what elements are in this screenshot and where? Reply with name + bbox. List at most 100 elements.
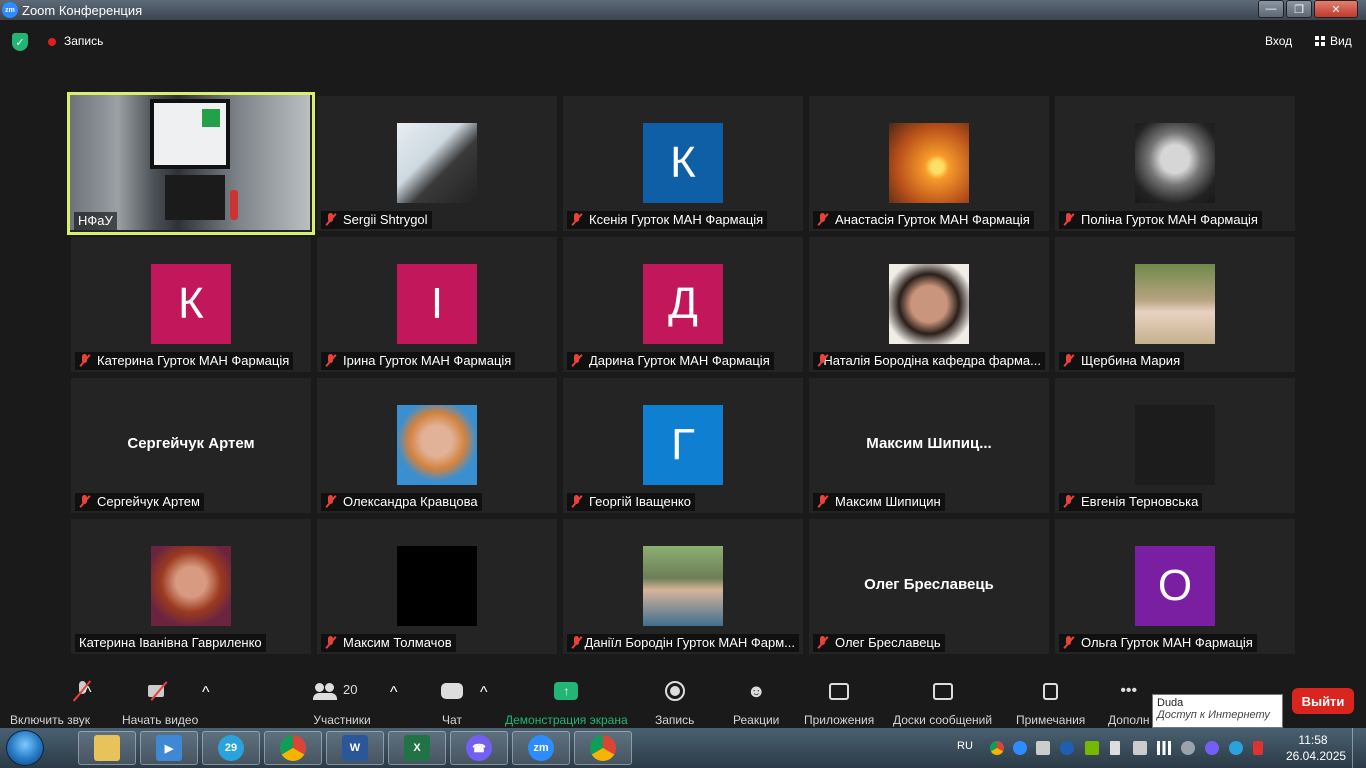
signin-button[interactable]: Вход [1265, 34, 1292, 48]
record-button[interactable]: Запись [655, 680, 694, 727]
security-shield-icon[interactable]: ✓ [12, 33, 28, 51]
participant-tile[interactable]: К Ксенія Гурток МАН Фармація [563, 96, 803, 231]
participant-name-label: Георгій Іващенко [567, 493, 695, 511]
participant-name-label: Олександра Кравцова [321, 493, 482, 511]
zoom-icon: zm [528, 735, 554, 761]
participant-tile[interactable]: Щербина Мария [1055, 237, 1295, 372]
participant-tile[interactable]: Олександра Кравцова [317, 378, 557, 513]
chat-label: Чат [442, 713, 462, 727]
taskbar-telegram[interactable]: 29 [202, 731, 260, 765]
participant-photo [1135, 123, 1215, 203]
microphone-muted-icon [79, 495, 91, 508]
participant-tile[interactable]: І Ірина Гурток МАН Фармація [317, 237, 557, 372]
tray-round-icon[interactable] [1181, 741, 1195, 755]
recording-label[interactable]: Запись [64, 34, 103, 48]
participant-photo [643, 546, 723, 626]
taskbar-clock[interactable]: 11:58 26.04.2025 [1286, 732, 1347, 764]
participant-tile[interactable]: Максим Шипиц... Максим Шипицин [809, 378, 1049, 513]
volume-muted-icon[interactable] [1253, 741, 1263, 755]
start-video-button[interactable]: Начать видео [122, 680, 198, 727]
participant-name-label: Ірина Гурток МАН Фармація [321, 352, 516, 370]
participant-name: Дарина Гурток МАН Фармація [589, 353, 770, 368]
participant-tile[interactable]: Г Георгій Іващенко [563, 378, 803, 513]
participant-tile[interactable]: Максим Толмачов [317, 519, 557, 654]
microphone-muted-icon [571, 495, 583, 508]
tooltip-network-status: Доступ к Интернету [1157, 709, 1270, 721]
chrome-profile-icon [590, 735, 616, 761]
bluetooth-icon[interactable] [1060, 741, 1074, 755]
tray-chrome-icon[interactable] [990, 741, 1004, 755]
start-button[interactable] [6, 730, 44, 766]
participant-tile[interactable]: Sergii Shtrygol [317, 96, 557, 231]
reactions-button[interactable]: ☻ Реакции [733, 680, 779, 728]
apps-button[interactable]: Приложения [804, 680, 874, 727]
network-signal-icon[interactable] [1157, 741, 1171, 755]
participant-tile[interactable]: Поліна Гурток МАН Фармація [1055, 96, 1295, 231]
taskbar-media-player[interactable]: ▶ [140, 731, 198, 765]
participant-tile[interactable]: К Катерина Гурток МАН Фармація [71, 237, 311, 372]
more-button[interactable]: ••• Дополн [1108, 680, 1149, 727]
taskbar-viber[interactable]: ☎ [450, 731, 508, 765]
taskbar-explorer[interactable] [78, 731, 136, 765]
viber-icon: ☎ [466, 735, 492, 761]
participant-tile[interactable]: Катерина Іванівна Гавриленко [71, 519, 311, 654]
zoom-logo-icon: zm [2, 2, 18, 18]
participant-name: Олександра Кравцова [343, 494, 478, 509]
participants-options-chevron-icon[interactable]: ^ [390, 684, 398, 702]
participant-avatar: І [397, 264, 477, 344]
taskbar-zoom[interactable]: zm [512, 731, 570, 765]
taskbar-chrome[interactable] [264, 731, 322, 765]
nvidia-icon[interactable] [1085, 741, 1099, 755]
leave-button[interactable]: Выйти [1292, 688, 1354, 714]
close-button[interactable]: ✕ [1314, 0, 1358, 18]
participant-name: Максим Шипицин [835, 494, 941, 509]
unmute-button[interactable]: Включить звук [10, 680, 90, 727]
taskbar-word[interactable]: W [326, 731, 384, 765]
participant-name: Георгій Іващенко [589, 494, 691, 509]
participant-tile[interactable]: Наталія Бородіна кафедра фарма... [809, 237, 1049, 372]
participant-tile[interactable]: Сергейчук Артем Сергейчук Артем [71, 378, 311, 513]
excel-icon: X [404, 735, 430, 761]
participant-name-label: НФаУ [74, 212, 117, 230]
participant-name-label: Sergii Shtrygol [321, 211, 432, 229]
minimize-button[interactable]: — [1258, 0, 1284, 18]
share-screen-button[interactable]: ↑ Демонстрация экрана [505, 680, 628, 727]
participant-tile[interactable]: Анастасія Гурток МАН Фармація [809, 96, 1049, 231]
participants-button[interactable]: 20 Участники [313, 680, 371, 727]
tray-viber-icon[interactable] [1205, 741, 1219, 755]
audio-options-chevron-icon[interactable]: ^ [84, 684, 92, 702]
taskbar-chrome-profile[interactable] [574, 731, 632, 765]
participant-name-label: Даніїл Бородін Гурток МАН Фарм... [567, 634, 799, 652]
speaker-icon[interactable] [1133, 741, 1147, 755]
view-button[interactable]: Вид [1315, 34, 1352, 48]
microphone-muted-icon [79, 354, 91, 367]
chat-button[interactable]: Чат [440, 680, 464, 727]
participant-name: Ольга Гурток МАН Фармація [1081, 635, 1253, 650]
participant-tile[interactable]: НФаУ [67, 92, 315, 235]
participant-tile[interactable]: Д Дарина Гурток МАН Фармація [563, 237, 803, 372]
participant-tile[interactable]: Олег Бреславець Олег Бреславець [809, 519, 1049, 654]
tray-clipboard-icon[interactable] [1036, 741, 1050, 755]
whiteboards-button[interactable]: Доски сообщений [893, 680, 992, 727]
participant-name: Олег Бреславець [835, 635, 941, 650]
chat-options-chevron-icon[interactable]: ^ [480, 684, 488, 702]
participant-tile[interactable]: Евгенія Терновська [1055, 378, 1295, 513]
restore-button[interactable]: ❐ [1286, 0, 1312, 18]
participant-name: Наталія Бородіна кафедра фарма... [823, 353, 1041, 368]
show-desktop-button[interactable] [1352, 728, 1366, 768]
participant-tile[interactable]: О Ольга Гурток МАН Фармація [1055, 519, 1295, 654]
action-center-flag-icon[interactable] [1110, 741, 1120, 755]
language-indicator[interactable]: RU [957, 740, 973, 752]
notes-button[interactable]: Примечания [1016, 680, 1085, 727]
participant-tile[interactable]: Даніїл Бородін Гурток МАН Фарм... [563, 519, 803, 654]
clock-date: 26.04.2025 [1286, 749, 1347, 763]
tray-zoom-icon[interactable] [1013, 741, 1027, 755]
meeting-top-bar: ✓ Запись Вход Вид [0, 20, 1366, 64]
taskbar-excel[interactable]: X [388, 731, 446, 765]
participant-name-label: Дарина Гурток МАН Фармація [567, 352, 774, 370]
participant-name-label: Максим Толмачов [321, 634, 456, 652]
video-options-chevron-icon[interactable]: ^ [202, 684, 210, 702]
participant-photo [1135, 264, 1215, 344]
participant-name: Ірина Гурток МАН Фармація [343, 353, 512, 368]
tray-telegram-icon[interactable] [1229, 741, 1243, 755]
